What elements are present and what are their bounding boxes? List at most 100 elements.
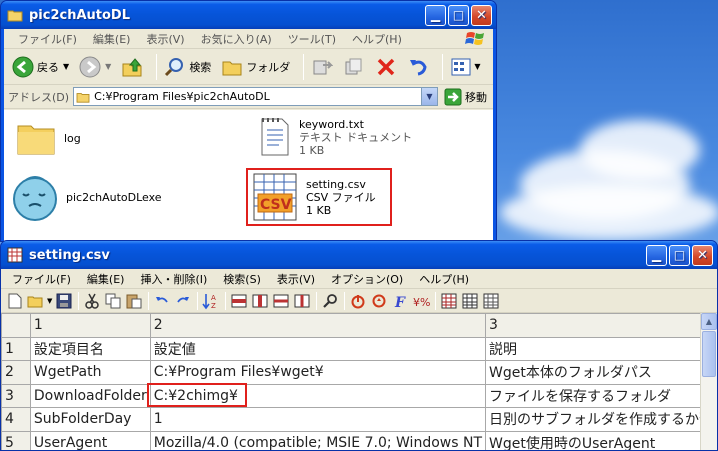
table-cell[interactable]: 設定項目名 xyxy=(29,336,151,361)
row-header[interactable]: 4 xyxy=(1,407,31,432)
minimize-button[interactable]: ▁ xyxy=(425,4,446,26)
menu-favorites[interactable]: お気に入り(A) xyxy=(193,31,280,47)
menu-insert-delete[interactable]: 挿入・削除(I) xyxy=(132,271,215,287)
grid-view-2-button[interactable] xyxy=(460,291,480,311)
table-cell[interactable]: 日別のサブフォルダを作成するか否 xyxy=(485,407,717,432)
toolbar-separator xyxy=(303,53,305,80)
table-cell[interactable]: UserAgent xyxy=(29,430,151,450)
menu-view[interactable]: 表示(V) xyxy=(269,271,323,287)
cut-button[interactable] xyxy=(82,291,102,311)
maximize-button[interactable]: □ xyxy=(669,244,690,266)
menu-file[interactable]: ファイル(F) xyxy=(4,271,79,287)
address-dropdown-button[interactable]: ▼ xyxy=(421,88,437,105)
undo-button[interactable] xyxy=(405,52,431,82)
table-row: 5 UserAgent Mozilla/4.0 (compatible; MSI… xyxy=(1,430,717,450)
table-cell[interactable]: Wget本体のフォルダパス xyxy=(485,360,717,385)
save-button[interactable] xyxy=(54,291,74,311)
open-file-button[interactable] xyxy=(26,291,46,311)
menu-edit[interactable]: 編集(E) xyxy=(79,271,133,287)
chevron-down-icon[interactable]: ▼ xyxy=(47,297,52,305)
table-cell[interactable]: Mozilla/4.0 (compatible; MSIE 7.0; Windo… xyxy=(149,430,487,450)
row-header[interactable]: 3 xyxy=(1,383,31,408)
csv-titlebar[interactable]: setting.csv ▁ □ ✕ xyxy=(1,241,717,269)
move-to-button[interactable] xyxy=(309,52,335,82)
grid-icon xyxy=(462,293,478,308)
vertical-scrollbar[interactable]: ▲ xyxy=(700,313,717,450)
row-header[interactable]: 2 xyxy=(1,360,31,385)
back-button[interactable]: 戻る ▼ xyxy=(10,52,71,82)
table-cell[interactable]: DownloadFolder xyxy=(29,383,151,408)
file-item-highlighted[interactable]: CSV setting.csv CSV ファイル 1 KB xyxy=(246,168,392,226)
corner-cell[interactable] xyxy=(1,313,31,338)
minimize-button[interactable]: ▁ xyxy=(646,244,667,266)
menu-view[interactable]: 表示(V) xyxy=(138,31,192,47)
close-button[interactable]: ✕ xyxy=(471,4,492,26)
scroll-thumb[interactable] xyxy=(702,331,716,377)
option-button-2[interactable] xyxy=(369,291,389,311)
explorer-titlebar[interactable]: pic2chAutoDL ▁ □ ✕ xyxy=(1,1,496,29)
address-input[interactable]: C:¥Program Files¥pic2chAutoDL ▼ xyxy=(73,87,438,106)
search-button[interactable]: 検索 xyxy=(162,52,213,82)
file-item[interactable]: keyword.txt テキスト ドキュメント 1 KB xyxy=(259,116,412,158)
close-button[interactable]: ✕ xyxy=(692,244,713,266)
row-header[interactable]: 5 xyxy=(1,430,31,450)
copy-to-button[interactable] xyxy=(341,52,367,82)
format-button[interactable]: ¥% xyxy=(411,291,431,311)
desktop-cloud xyxy=(500,185,718,240)
table-cell[interactable]: WgetPath xyxy=(29,360,151,385)
find-button[interactable] xyxy=(320,291,340,311)
svg-text:CSV: CSV xyxy=(260,197,292,213)
option-button-1[interactable] xyxy=(348,291,368,311)
file-item[interactable]: log xyxy=(16,120,81,156)
redo-button[interactable] xyxy=(173,291,193,311)
table-cell[interactable]: 1 xyxy=(149,407,487,432)
column-header[interactable]: 2 xyxy=(149,313,487,338)
scroll-up-button[interactable]: ▲ xyxy=(701,313,717,330)
csv-editor-window: setting.csv ▁ □ ✕ ファイル(F) 編集(E) 挿入・削除(I)… xyxy=(0,240,718,451)
table-cell[interactable]: SubFolderDay xyxy=(29,407,151,432)
file-item[interactable]: pic2chAutoDLexe xyxy=(12,172,162,222)
folders-button[interactable]: フォルダ xyxy=(219,52,292,82)
paste-button[interactable] xyxy=(124,291,144,311)
insert-column-button[interactable] xyxy=(250,291,270,311)
undo-button[interactable] xyxy=(152,291,172,311)
delete-row-button[interactable] xyxy=(271,291,291,311)
copy-button[interactable] xyxy=(103,291,123,311)
folder-icon xyxy=(17,125,55,155)
menu-options[interactable]: オプション(O) xyxy=(323,271,411,287)
column-header[interactable]: 1 xyxy=(29,313,151,338)
font-button[interactable]: F xyxy=(390,291,410,311)
column-header[interactable]: 3 xyxy=(485,313,717,338)
table-cell[interactable]: 設定値 xyxy=(149,336,487,361)
new-file-button[interactable] xyxy=(5,291,25,311)
grid-view-3-button[interactable] xyxy=(481,291,501,311)
table-cell[interactable]: C:¥Program Files¥wget¥ xyxy=(149,360,487,385)
table-cell[interactable]: Wget使用時のUserAgent xyxy=(485,430,717,450)
insert-row-button[interactable] xyxy=(229,291,249,311)
delete-button[interactable] xyxy=(373,52,399,82)
toolbar-separator xyxy=(78,291,80,310)
up-folder-button[interactable] xyxy=(119,52,145,82)
table-cell-highlighted[interactable]: C:¥2chimg¥ xyxy=(149,383,487,408)
table-cell[interactable]: ファイルを保存するフォルダ xyxy=(485,383,717,408)
menu-help[interactable]: ヘルプ(H) xyxy=(344,31,410,47)
grid-view-1-button[interactable] xyxy=(439,291,459,311)
delete-column-button[interactable] xyxy=(292,291,312,311)
sort-button[interactable]: AZ xyxy=(201,291,221,311)
row-header[interactable]: 1 xyxy=(1,336,31,361)
maximize-button[interactable]: □ xyxy=(448,4,469,26)
menu-search[interactable]: 検索(S) xyxy=(215,271,269,287)
menu-edit[interactable]: 編集(E) xyxy=(85,31,139,47)
menu-file[interactable]: ファイル(F) xyxy=(10,31,85,47)
toolbar-separator xyxy=(316,291,318,310)
table-cell[interactable]: 説明 xyxy=(485,336,717,361)
views-button[interactable]: ▼ xyxy=(448,52,482,82)
svg-text:A: A xyxy=(211,294,216,302)
go-button[interactable]: 移動 xyxy=(444,88,487,106)
search-icon xyxy=(165,57,184,76)
spreadsheet-icon xyxy=(7,247,23,263)
redo-icon xyxy=(177,296,190,303)
forward-button[interactable]: ▼ xyxy=(77,52,113,82)
menu-tools[interactable]: ツール(T) xyxy=(280,31,344,47)
menu-help[interactable]: ヘルプ(H) xyxy=(411,271,477,287)
